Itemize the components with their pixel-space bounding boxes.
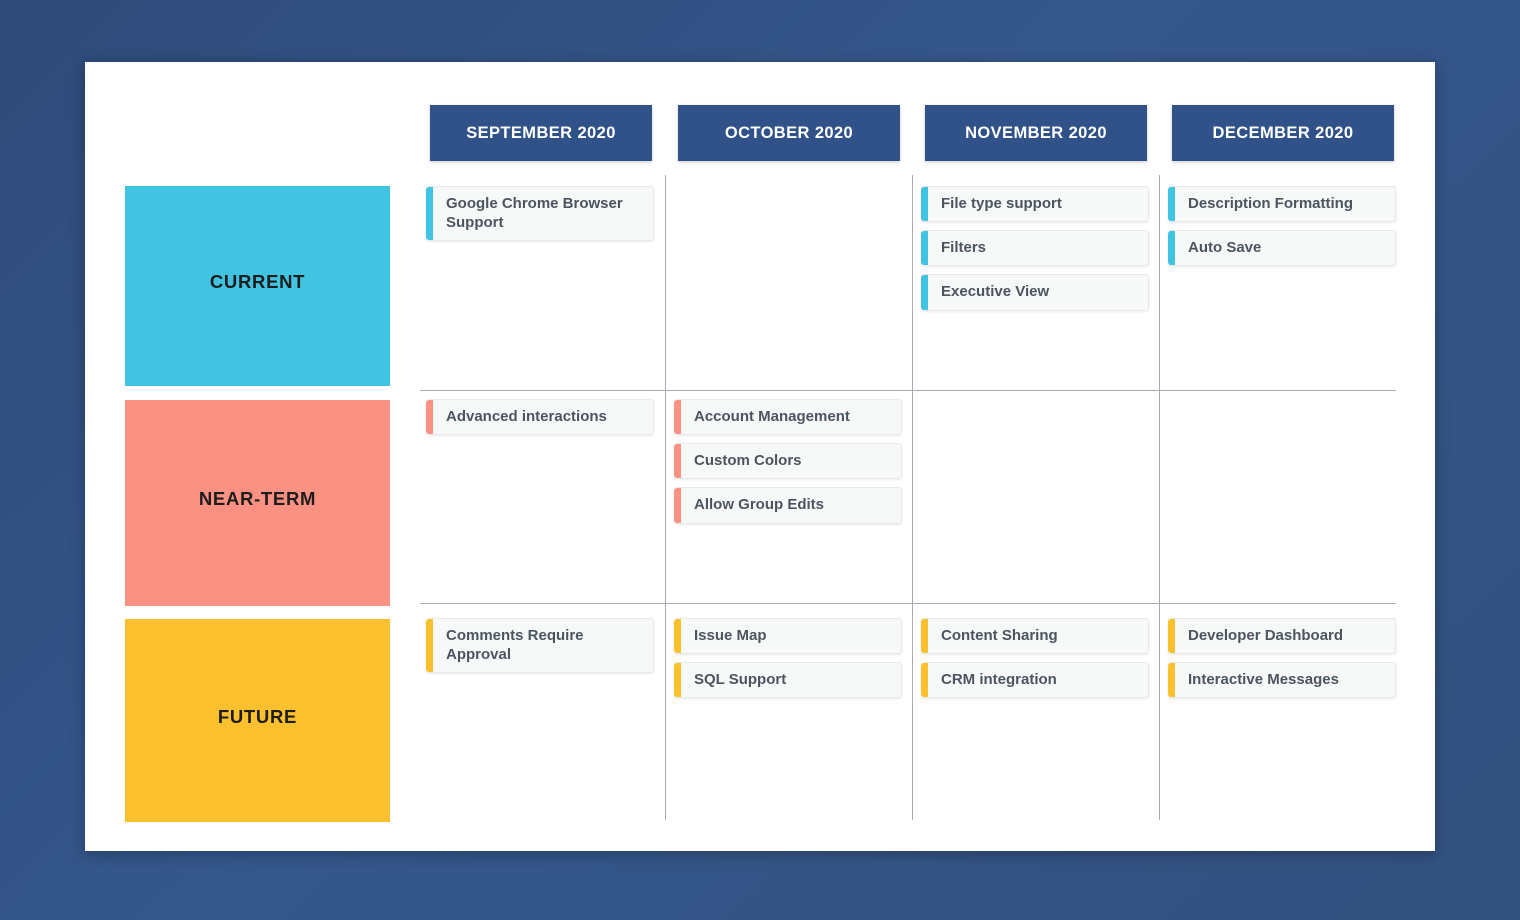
roadmap-card[interactable]: Description Formatting (1168, 186, 1396, 223)
card-accent-bar (674, 444, 681, 479)
roadmap-card[interactable]: SQL Support (674, 662, 902, 699)
swimlane-label-near-term: NEAR-TERM (125, 400, 390, 606)
row-divider (420, 390, 1396, 391)
lane-current-december: Description Formatting Auto Save (1168, 186, 1396, 267)
swimlane-label-text: FUTURE (217, 705, 298, 727)
roadmap-card[interactable]: Developer Dashboard (1168, 618, 1396, 655)
card-label: Description Formatting (1188, 195, 1354, 212)
lane-current-september: Google Chrome Browser Support (426, 186, 654, 242)
card-accent-bar (426, 187, 433, 241)
column-header-label: NOVEMBER 2020 (965, 123, 1107, 142)
swimlane-label-current: CURRENT (125, 186, 390, 386)
card-label: Custom Colors (694, 452, 802, 470)
column-header-december[interactable]: DECEMBER 2020 (1172, 105, 1394, 161)
card-label: Interactive Messages (1188, 671, 1339, 689)
column-divider (665, 175, 666, 820)
card-accent-bar (1168, 619, 1175, 654)
row-divider (420, 603, 1396, 604)
lane-future-september: Comments Require Approval (426, 618, 654, 674)
column-header-october[interactable]: OCTOBER 2020 (678, 105, 900, 161)
column-divider (912, 175, 913, 820)
card-label: Account Management (694, 408, 850, 425)
lane-current-november: File type support Filters Executive View (921, 186, 1149, 311)
roadmap-card[interactable]: Issue Map (674, 618, 902, 655)
card-accent-bar (674, 488, 681, 523)
card-accent-bar (921, 663, 928, 698)
swimlane-label-future: FUTURE (125, 619, 390, 822)
roadmap-card[interactable]: Google Chrome Browser Support (426, 186, 654, 242)
card-label: Executive View (941, 283, 1050, 301)
roadmap-card[interactable]: Executive View (921, 274, 1149, 311)
card-label: Google Chrome Browser Support (446, 195, 623, 232)
lane-near-term-october: Account Management Custom Colors Allow G… (674, 399, 902, 524)
column-header-label: DECEMBER 2020 (1212, 123, 1354, 142)
column-header-november[interactable]: NOVEMBER 2020 (925, 105, 1147, 161)
card-label: Issue Map (694, 627, 767, 644)
roadmap-card[interactable]: Allow Group Edits (674, 487, 902, 524)
card-accent-bar (426, 400, 433, 435)
card-label: Advanced interactions (446, 408, 607, 425)
roadmap-card[interactable]: Content Sharing (921, 618, 1149, 655)
lane-near-term-september: Advanced interactions (426, 399, 654, 436)
swimlane-label-text: CURRENT (209, 271, 306, 292)
roadmap-board: SEPTEMBER 2020 OCTOBER 2020 NOVEMBER 202… (85, 62, 1435, 851)
roadmap-card[interactable]: Account Management (674, 399, 902, 436)
card-accent-bar (674, 663, 681, 698)
card-accent-bar (921, 275, 928, 310)
card-accent-bar (674, 400, 681, 435)
card-label: Content Sharing (941, 627, 1058, 644)
column-header-label: OCTOBER 2020 (724, 123, 854, 142)
card-label: Auto Save (1188, 239, 1262, 257)
card-label: File type support (941, 195, 1062, 212)
card-label: Filters (941, 239, 987, 257)
roadmap-card[interactable]: Auto Save (1168, 230, 1396, 267)
card-accent-bar (1168, 231, 1175, 266)
lane-future-november: Content Sharing CRM integration (921, 618, 1149, 699)
card-accent-bar (674, 619, 681, 654)
card-accent-bar (1168, 663, 1175, 698)
roadmap-card[interactable]: Custom Colors (674, 443, 902, 480)
roadmap-card[interactable]: File type support (921, 186, 1149, 223)
roadmap-card[interactable]: CRM integration (921, 662, 1149, 699)
column-divider (1159, 175, 1160, 820)
card-label: Allow Group Edits (694, 496, 824, 514)
swimlane-label-text: NEAR-TERM (198, 488, 317, 509)
card-label: SQL Support (694, 671, 787, 689)
card-accent-bar (921, 231, 928, 266)
roadmap-card[interactable]: Advanced interactions (426, 399, 654, 436)
roadmap-card[interactable]: Interactive Messages (1168, 662, 1396, 699)
lane-future-december: Developer Dashboard Interactive Messages (1168, 618, 1396, 699)
card-label: Developer Dashboard (1188, 627, 1344, 644)
card-accent-bar (921, 619, 928, 654)
column-header-label: SEPTEMBER 2020 (466, 123, 616, 142)
card-label: CRM integration (941, 671, 1057, 689)
roadmap-card[interactable]: Comments Require Approval (426, 618, 654, 674)
card-accent-bar (1168, 187, 1175, 222)
roadmap-card[interactable]: Filters (921, 230, 1149, 267)
card-label: Comments Require Approval (446, 627, 584, 664)
column-header-september[interactable]: SEPTEMBER 2020 (430, 105, 652, 161)
card-accent-bar (921, 187, 928, 222)
card-accent-bar (426, 619, 433, 673)
lane-future-october: Issue Map SQL Support (674, 618, 902, 699)
